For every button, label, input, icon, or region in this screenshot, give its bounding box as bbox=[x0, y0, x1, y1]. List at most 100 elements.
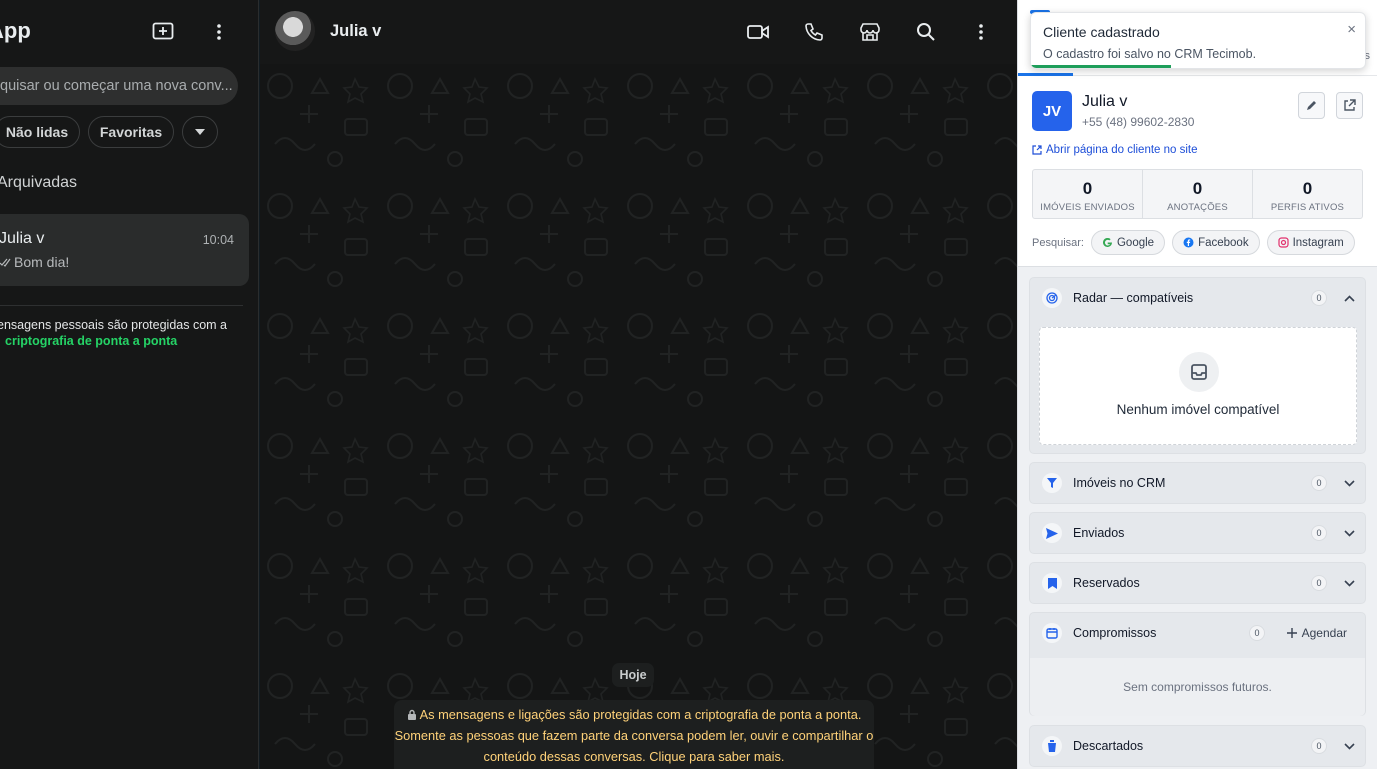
lock-icon bbox=[407, 709, 416, 720]
e2e-note: ensagens pessoais são protegidas com a c… bbox=[0, 317, 247, 349]
divider bbox=[0, 305, 243, 306]
facebook-label: Facebook bbox=[1198, 236, 1249, 249]
schedule-button[interactable]: Agendar bbox=[1286, 626, 1347, 640]
radar-empty-state: Nenhum imóvel compatível bbox=[1039, 327, 1357, 445]
send-icon bbox=[1042, 523, 1062, 543]
instagram-icon bbox=[1277, 237, 1289, 248]
section-count-badge: 0 bbox=[1311, 290, 1327, 306]
filter-unread-label: Não lidas bbox=[5, 124, 69, 140]
chevron-down-icon[interactable] bbox=[1343, 527, 1355, 539]
stat-value: 0 bbox=[1192, 179, 1203, 198]
chat-item-name: Julia v bbox=[0, 230, 45, 247]
client-name: Julia v bbox=[1082, 93, 1128, 110]
open-external-button[interactable] bbox=[1336, 92, 1363, 119]
schedule-button-label: Agendar bbox=[1301, 626, 1347, 640]
chevron-down-icon[interactable] bbox=[1343, 477, 1355, 489]
section-count-badge: 0 bbox=[1311, 525, 1327, 541]
chat-list-panel: App Não lidas Favoritas Arquivadas Julia… bbox=[0, 0, 259, 769]
google-search-button[interactable]: Google bbox=[1090, 230, 1166, 255]
filter-icon bbox=[1042, 473, 1062, 493]
e2e-link[interactable]: criptografia de ponta a ponta bbox=[0, 334, 177, 348]
section-discarded[interactable]: Descartados 0 bbox=[1029, 725, 1366, 767]
app-title: App bbox=[0, 18, 31, 43]
client-phone: +55 (48) 99602-2830 bbox=[1082, 115, 1195, 129]
client-avatar: JV bbox=[1032, 91, 1072, 131]
edit-client-button[interactable] bbox=[1298, 92, 1325, 119]
contact-avatar[interactable] bbox=[275, 11, 315, 51]
encryption-system-message-text: As mensagens e ligações são protegidas c… bbox=[394, 707, 874, 764]
toast-progress-bar bbox=[1031, 65, 1172, 68]
chat-list-item[interactable]: Julia v 10:04 Bom dia! bbox=[0, 214, 249, 286]
e2e-note-text: ensagens pessoais são protegidas com a bbox=[0, 318, 228, 332]
search-icon[interactable] bbox=[914, 20, 938, 44]
contact-name[interactable]: Julia v bbox=[330, 22, 381, 41]
toast-close-button[interactable]: × bbox=[1347, 21, 1356, 38]
section-radar: Radar — compatíveis 0 Nenhum imóvel comp… bbox=[1029, 277, 1366, 454]
crm-sections: Radar — compatíveis 0 Nenhum imóvel comp… bbox=[1018, 266, 1377, 769]
section-count-badge: 0 bbox=[1311, 738, 1327, 754]
crm-panel: s Cliente cadastrado O cadastro foi salv… bbox=[1017, 0, 1377, 769]
stat-notes: 0 ANOTAÇÕES bbox=[1143, 170, 1253, 218]
external-search-row: Pesquisar: Google Facebook Instagram bbox=[1032, 230, 1362, 255]
store-icon[interactable] bbox=[858, 20, 882, 44]
section-sent[interactable]: Enviados 0 bbox=[1029, 512, 1366, 554]
section-title: Radar — compatíveis bbox=[1073, 291, 1194, 305]
radar-empty-text: Nenhum imóvel compatível bbox=[1116, 402, 1280, 417]
encryption-system-message[interactable]: As mensagens e ligações são protegidas c… bbox=[394, 700, 874, 769]
stat-value: 0 bbox=[1302, 179, 1313, 198]
chevron-down-icon bbox=[195, 129, 205, 135]
search-input-wrapper bbox=[0, 67, 238, 105]
filter-more-button[interactable] bbox=[182, 116, 218, 148]
filter-unread[interactable]: Não lidas bbox=[0, 116, 80, 148]
toast-title: Cliente cadastrado bbox=[1043, 24, 1160, 40]
facebook-icon bbox=[1183, 237, 1194, 248]
date-chip: Hoje bbox=[612, 663, 654, 687]
client-stats: 0 IMÓVEIS ENVIADOS 0 ANOTAÇÕES 0 PERFIS … bbox=[1032, 169, 1363, 219]
section-title: Enviados bbox=[1073, 526, 1125, 540]
bookmark-icon bbox=[1042, 573, 1062, 593]
external-link-icon bbox=[1344, 99, 1356, 111]
double-check-icon bbox=[0, 258, 11, 267]
archived-label[interactable]: Arquivadas bbox=[0, 174, 77, 192]
section-title: Descartados bbox=[1073, 739, 1144, 753]
instagram-label: Instagram bbox=[1292, 236, 1344, 249]
chat-item-last-message-text: Bom dia! bbox=[14, 254, 70, 270]
new-chat-icon[interactable] bbox=[151, 20, 175, 44]
menu-icon[interactable] bbox=[207, 20, 231, 44]
chevron-down-icon[interactable] bbox=[1343, 740, 1355, 752]
section-radar-header[interactable]: Radar — compatíveis 0 bbox=[1030, 278, 1365, 318]
phone-icon[interactable] bbox=[802, 20, 826, 44]
chevron-up-icon[interactable] bbox=[1343, 292, 1355, 304]
section-appointments-header[interactable]: Compromissos 0 Agendar bbox=[1030, 613, 1365, 657]
client-site-link[interactable]: Abrir página do cliente no site bbox=[1032, 144, 1198, 156]
calendar-icon bbox=[1042, 623, 1062, 643]
section-appointments: Compromissos 0 Agendar Sem compromissos … bbox=[1029, 612, 1366, 716]
toast-text: O cadastro foi salvo no CRM Tecimob. bbox=[1043, 47, 1257, 61]
stat-sent-properties: 0 IMÓVEIS ENVIADOS bbox=[1033, 170, 1143, 218]
conversation-menu-icon[interactable] bbox=[969, 20, 993, 44]
inbox-icon bbox=[1179, 352, 1219, 392]
stat-label: IMÓVEIS ENVIADOS bbox=[1040, 202, 1135, 213]
conversation-header: Julia v bbox=[260, 0, 1017, 64]
radar-icon bbox=[1042, 288, 1062, 308]
video-call-icon[interactable] bbox=[746, 20, 770, 44]
filter-favorites[interactable]: Favoritas bbox=[88, 116, 174, 148]
search-input[interactable] bbox=[0, 78, 238, 94]
stat-label: ANOTAÇÕES bbox=[1167, 202, 1228, 213]
google-icon bbox=[1102, 237, 1112, 247]
facebook-search-button[interactable]: Facebook bbox=[1172, 230, 1260, 255]
chat-item-time: 10:04 bbox=[202, 233, 234, 247]
chat-list-header: App bbox=[0, 0, 258, 64]
active-tab-indicator[interactable] bbox=[1018, 73, 1073, 76]
instagram-search-button[interactable]: Instagram bbox=[1266, 230, 1355, 255]
section-count-badge: 0 bbox=[1249, 625, 1265, 641]
chevron-down-icon[interactable] bbox=[1343, 577, 1355, 589]
section-count-badge: 0 bbox=[1311, 475, 1327, 491]
appointments-empty-text: Sem compromissos futuros. bbox=[1030, 658, 1365, 716]
plus-icon bbox=[1286, 628, 1297, 638]
section-crm-properties[interactable]: Imóveis no CRM 0 bbox=[1029, 462, 1366, 504]
search-links-label: Pesquisar: bbox=[1032, 236, 1084, 249]
section-reserved[interactable]: Reservados 0 bbox=[1029, 562, 1366, 604]
trash-icon bbox=[1042, 736, 1062, 756]
google-label: Google bbox=[1116, 236, 1155, 249]
